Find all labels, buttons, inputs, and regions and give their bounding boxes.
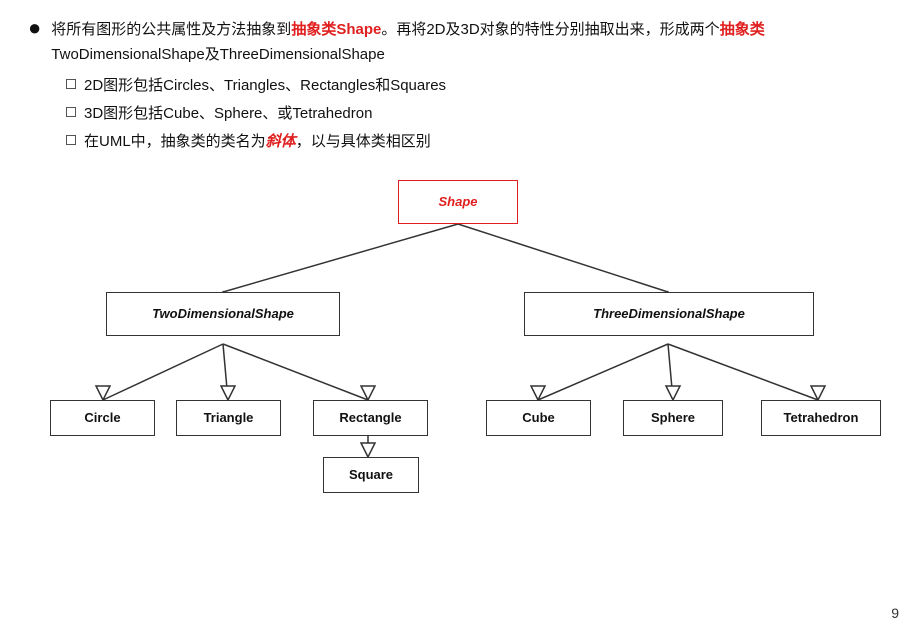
sub-bullet-text-3: 在UML中，抽象类的类名为斜体，以与具体类相区别 bbox=[84, 130, 431, 154]
main-bullet: ● 将所有图形的公共属性及方法抽象到抽象类Shape。再将2D及3D对象的特性分… bbox=[28, 18, 887, 68]
main-bullet-section: ● 将所有图形的公共属性及方法抽象到抽象类Shape。再将2D及3D对象的特性分… bbox=[28, 18, 887, 154]
sub-bullet-2: 3D图形包括Cube、Sphere、或Tetrahedron bbox=[66, 102, 887, 126]
sub-bullet-3: 在UML中，抽象类的类名为斜体，以与具体类相区别 bbox=[66, 130, 887, 154]
cube-box: Cube bbox=[486, 400, 591, 436]
circle-box: Circle bbox=[50, 400, 155, 436]
rectangle-box: Rectangle bbox=[313, 400, 428, 436]
sub-bullets: 2D图形包括Circles、Triangles、Rectangles和Squar… bbox=[66, 74, 887, 154]
uml-diagram: Shape TwoDimensionalShape ThreeDimension… bbox=[28, 172, 888, 472]
text-before-highlight1: 将所有图形的公共属性及方法抽象到 bbox=[51, 21, 291, 38]
triangle-box: Triangle bbox=[176, 400, 281, 436]
text-after-highlight1: 。再将2D及3D对象的特性分别抽取出来，形成两个 bbox=[381, 21, 719, 38]
sub-bullet-1: 2D图形包括Circles、Triangles、Rectangles和Squar… bbox=[66, 74, 887, 98]
text-line3: TwoDimensionalShape及ThreeDimensionalShap… bbox=[51, 46, 385, 63]
two-d-shape-box: TwoDimensionalShape bbox=[106, 292, 340, 336]
sub-bullet-icon-2 bbox=[66, 107, 76, 117]
sub-bullet-icon-1 bbox=[66, 79, 76, 89]
square-box: Square bbox=[323, 457, 419, 493]
bullet-dot: ● bbox=[28, 15, 41, 41]
sphere-box: Sphere bbox=[623, 400, 723, 436]
sub-bullet-text-2: 3D图形包括Cube、Sphere、或Tetrahedron bbox=[84, 102, 372, 126]
shape-box: Shape bbox=[398, 180, 518, 224]
page-number: 9 bbox=[891, 605, 899, 621]
tetrahedron-box: Tetrahedron bbox=[761, 400, 881, 436]
main-bullet-text: 将所有图形的公共属性及方法抽象到抽象类Shape。再将2D及3D对象的特性分别抽… bbox=[51, 18, 764, 68]
highlight-shape: 抽象类Shape bbox=[291, 21, 381, 38]
sub-bullet-text-1: 2D图形包括Circles、Triangles、Rectangles和Squar… bbox=[84, 74, 446, 98]
sub-bullet-icon-3 bbox=[66, 135, 76, 145]
italic-highlight: 斜体 bbox=[266, 133, 296, 150]
three-d-shape-box: ThreeDimensionalShape bbox=[524, 292, 814, 336]
highlight-abstract: 抽象类 bbox=[720, 21, 765, 38]
